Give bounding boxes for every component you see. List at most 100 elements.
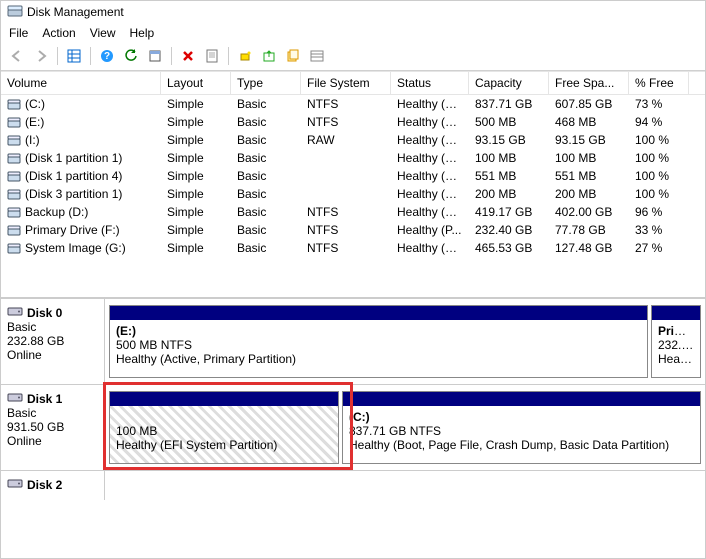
volume-icon — [7, 171, 21, 183]
volume-status: Healthy (B... — [391, 240, 469, 256]
volume-layout: Simple — [161, 186, 231, 202]
delete-button[interactable] — [177, 45, 199, 67]
volume-capacity: 465.53 GB — [469, 240, 549, 256]
extend-volume-button[interactable] — [258, 45, 280, 67]
col-layout[interactable]: Layout — [161, 72, 231, 94]
volume-capacity: 500 MB — [469, 114, 549, 130]
volume-icon — [7, 135, 21, 147]
volume-layout: Simple — [161, 132, 231, 148]
part-size: 837.71 GB NTFS — [349, 424, 441, 438]
volume-fs — [301, 175, 391, 177]
volume-fs: NTFS — [301, 222, 391, 238]
volume-name: (I:) — [25, 133, 40, 147]
menu-view[interactable]: View — [90, 26, 116, 40]
col-volume[interactable]: Volume — [1, 72, 161, 94]
disk-2-title: Disk 2 — [27, 478, 62, 492]
forward-button — [30, 45, 52, 67]
volume-row[interactable]: Backup (D:) SimpleBasicNTFSHealthy (B...4… — [1, 203, 705, 221]
disk-0-status: Online — [7, 348, 98, 362]
toolbar: ? — [1, 43, 705, 71]
menu-action[interactable]: Action — [42, 26, 75, 40]
volume-row[interactable]: (I:)SimpleBasicRAWHealthy (B...93.15 GB9… — [1, 131, 705, 149]
disk-1-part-efi[interactable]: 100 MB Healthy (EFI System Partition) — [109, 391, 339, 464]
part-size: 232.40 G — [658, 338, 700, 352]
volume-free: 607.85 GB — [549, 96, 629, 112]
disk-0-part-e[interactable]: (E:) 500 MB NTFS Healthy (Active, Primar… — [109, 305, 648, 378]
col-pct-free[interactable]: % Free — [629, 72, 689, 94]
col-status[interactable]: Status — [391, 72, 469, 94]
col-capacity[interactable]: Capacity — [469, 72, 549, 94]
volume-capacity: 419.17 GB — [469, 204, 549, 220]
volume-pct: 100 % — [629, 186, 689, 202]
menu-file[interactable]: File — [9, 26, 28, 40]
volume-free: 100 MB — [549, 150, 629, 166]
disk-1-part-c[interactable]: (C:) 837.71 GB NTFS Healthy (Boot, Page … — [342, 391, 701, 464]
volume-icon — [7, 117, 21, 129]
disk-0-type: Basic — [7, 320, 98, 334]
col-free-space[interactable]: Free Spa... — [549, 72, 629, 94]
menu-help[interactable]: Help — [130, 26, 155, 40]
volume-row[interactable]: (Disk 1 partition 4)SimpleBasicHealthy (… — [1, 167, 705, 185]
volume-status: Healthy (P... — [391, 222, 469, 238]
disk-0-title: Disk 0 — [27, 306, 62, 320]
volume-icon — [7, 153, 21, 165]
volume-layout: Simple — [161, 168, 231, 184]
volume-pct: 73 % — [629, 96, 689, 112]
volume-status: Healthy (B... — [391, 204, 469, 220]
volume-row[interactable]: (C:)SimpleBasicNTFSHealthy (B...837.71 G… — [1, 95, 705, 113]
list-button[interactable] — [306, 45, 328, 67]
part-label: Primary D — [658, 324, 700, 338]
disk-1-status: Online — [7, 434, 98, 448]
disk-0-row[interactable]: Disk 0 Basic 232.88 GB Online (E:) 500 M… — [1, 298, 705, 384]
properties-button[interactable] — [201, 45, 223, 67]
volume-status: Healthy (B... — [391, 132, 469, 148]
volume-pct: 100 % — [629, 168, 689, 184]
part-size: 500 MB NTFS — [116, 338, 192, 352]
volume-layout: Simple — [161, 204, 231, 220]
volume-fs: NTFS — [301, 204, 391, 220]
volume-free: 468 MB — [549, 114, 629, 130]
title-bar[interactable]: Disk Management — [1, 1, 705, 23]
part-status: Healthy (Boot, Page File, Crash Dump, Ba… — [349, 438, 669, 452]
volume-header-row: Volume Layout Type File System Status Ca… — [1, 71, 705, 95]
wizard-button[interactable] — [282, 45, 304, 67]
menu-bar: File Action View Help — [1, 23, 705, 43]
volume-row[interactable]: Primary Drive (F:)SimpleBasicNTFSHealthy… — [1, 221, 705, 239]
disk-0-partitions: (E:) 500 MB NTFS Healthy (Active, Primar… — [105, 299, 705, 384]
disk-2-partitions — [105, 471, 705, 500]
volume-pct: 100 % — [629, 132, 689, 148]
settings-button[interactable] — [144, 45, 166, 67]
volume-capacity: 551 MB — [469, 168, 549, 184]
disk-2-info: Disk 2 — [1, 471, 105, 500]
volume-list: Volume Layout Type File System Status Ca… — [1, 71, 705, 298]
volume-fs — [301, 157, 391, 159]
table-view-button[interactable] — [63, 45, 85, 67]
disk-2-row[interactable]: Disk 2 — [1, 470, 705, 500]
volume-row[interactable]: System Image (G:)SimpleBasicNTFSHealthy … — [1, 239, 705, 257]
volume-row[interactable]: (Disk 1 partition 1)SimpleBasicHealthy (… — [1, 149, 705, 167]
disk-icon — [7, 477, 23, 492]
volume-fs: NTFS — [301, 114, 391, 130]
volume-name: System Image (G:) — [25, 241, 126, 255]
volume-name: (Disk 1 partition 1) — [25, 151, 122, 165]
disk-0-info: Disk 0 Basic 232.88 GB Online — [1, 299, 105, 384]
volume-row[interactable]: (E:)SimpleBasicNTFSHealthy (A...500 MB46… — [1, 113, 705, 131]
new-volume-button[interactable] — [234, 45, 256, 67]
volume-status: Healthy (E... — [391, 150, 469, 166]
part-status: Healthy (Active, Primary Partition) — [116, 352, 296, 366]
volume-fs: NTFS — [301, 240, 391, 256]
disk-1-size: 931.50 GB — [7, 420, 98, 434]
volume-type: Basic — [231, 204, 301, 220]
disk-1-row[interactable]: Disk 1 Basic 931.50 GB Online 100 MB Hea… — [1, 384, 705, 470]
col-file-system[interactable]: File System — [301, 72, 391, 94]
volume-row[interactable]: (Disk 3 partition 1)SimpleBasicHealthy (… — [1, 185, 705, 203]
col-type[interactable]: Type — [231, 72, 301, 94]
refresh-button[interactable] — [120, 45, 142, 67]
volume-icon — [7, 225, 21, 237]
help-button[interactable]: ? — [96, 45, 118, 67]
disk-icon — [7, 391, 23, 406]
volume-name: Backup (D:) — [25, 205, 88, 219]
window-title: Disk Management — [27, 5, 124, 19]
disk-0-part-primary[interactable]: Primary D 232.40 G Healthy ( — [651, 305, 701, 378]
disk-icon — [7, 305, 23, 320]
